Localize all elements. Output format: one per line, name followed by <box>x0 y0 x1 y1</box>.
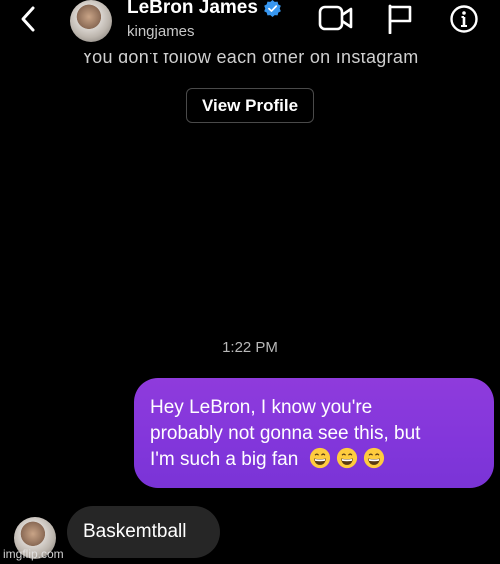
contact-name[interactable]: LeBron James <box>127 0 258 19</box>
incoming-message-text: Baskemtball <box>83 521 187 542</box>
view-profile-button[interactable]: View Profile <box>186 88 314 123</box>
message-line: I'm such a big fan <box>150 449 299 470</box>
contact-name-row[interactable]: LeBron James <box>127 0 281 20</box>
message-timestamp: 1:22 PM <box>222 339 278 356</box>
message-line: Hey LeBron, I know you're <box>150 397 373 418</box>
grinning-face-icon <box>363 447 384 469</box>
flag-icon[interactable] <box>386 4 414 34</box>
dm-thread-screen: LeBron James kingjames You don't follow … <box>0 0 500 564</box>
watermark: imgflip.com <box>3 547 64 561</box>
message-line: probably not gonna see this, but <box>150 423 421 444</box>
back-icon[interactable] <box>14 4 44 34</box>
info-icon[interactable] <box>449 4 479 34</box>
chat-header: LeBron James kingjames <box>0 0 500 52</box>
avatar[interactable] <box>70 0 112 42</box>
grinning-face-icon <box>336 447 357 469</box>
outgoing-message-bubble[interactable]: Hey LeBron, I know you're probably not g… <box>134 378 494 488</box>
incoming-message-bubble[interactable]: Baskemtball <box>67 506 220 558</box>
message-line-with-emoji: I'm such a big fan <box>150 447 480 473</box>
verified-badge-icon <box>264 0 281 17</box>
video-call-icon[interactable] <box>318 4 354 32</box>
grinning-face-icon <box>309 447 330 469</box>
contact-username: kingjames <box>127 23 195 40</box>
